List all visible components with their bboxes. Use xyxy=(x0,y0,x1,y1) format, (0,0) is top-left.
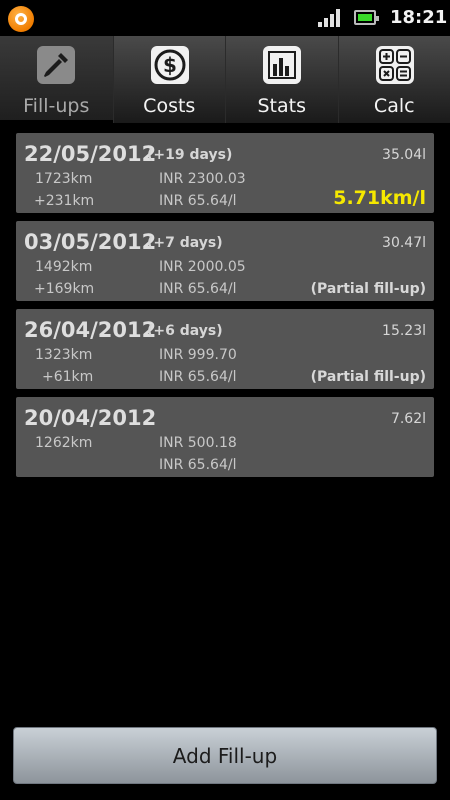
fillup-cost: INR 500.18 xyxy=(159,435,237,451)
fillup-date: 22/05/2012 xyxy=(24,142,157,166)
fillup-liters: 7.62l xyxy=(390,411,426,427)
price-per-liter: INR 65.64/l xyxy=(159,457,237,473)
dollar-icon: $ xyxy=(150,46,189,84)
calculator-icon xyxy=(375,46,414,84)
app-notification-icon[interactable] xyxy=(8,6,34,32)
fillup-item[interactable]: 20/04/2012 7.62l 1262km INR 500.18 INR 6… xyxy=(16,397,434,477)
battery-icon xyxy=(354,10,379,25)
tab-fill-ups[interactable]: Fill-ups xyxy=(0,36,113,123)
fillup-date: 20/04/2012 xyxy=(24,406,157,430)
odometer: 1323km xyxy=(35,347,93,363)
fillup-cost: INR 999.70 xyxy=(159,347,237,363)
status-time: 18:21 xyxy=(390,7,448,28)
fillup-list: 22/05/2012 (+19 days) 35.04l 1723km +231… xyxy=(16,133,434,485)
fillup-item[interactable]: 22/05/2012 (+19 days) 35.04l 1723km +231… xyxy=(16,133,434,213)
bar-chart-icon xyxy=(263,46,301,84)
fillup-liters: 30.47l xyxy=(382,235,426,251)
svg-text:$: $ xyxy=(163,53,177,77)
fuel-efficiency: 5.71km/l xyxy=(333,187,426,209)
fillup-cost: INR 2000.05 xyxy=(159,259,246,275)
fillup-item[interactable]: 03/05/2012 (+7 days) 30.47l 1492km +169k… xyxy=(16,221,434,301)
odometer: 1492km xyxy=(35,259,93,275)
partial-fillup-note: (Partial fill-up) xyxy=(310,281,426,297)
odometer: 1723km xyxy=(35,171,93,187)
days-since-previous: (+6 days) xyxy=(147,323,223,339)
tab-label: Costs xyxy=(143,95,196,117)
tab-costs[interactable]: $ Costs xyxy=(112,36,226,123)
partial-fillup-note: (Partial fill-up) xyxy=(310,369,426,385)
tab-calc[interactable]: Calc xyxy=(337,36,450,123)
add-fill-up-button[interactable]: Add Fill-up xyxy=(13,727,437,784)
status-bar: 18:21 xyxy=(0,0,450,36)
tab-label: Calc xyxy=(373,95,415,117)
fillup-liters: 35.04l xyxy=(382,147,426,163)
tab-bar: Fill-ups $ Costs Stats Calc xyxy=(0,36,450,123)
days-since-previous: (+19 days) xyxy=(147,147,233,163)
pipette-icon xyxy=(37,46,75,84)
price-per-liter: INR 65.64/l xyxy=(159,369,237,385)
tab-label: Stats xyxy=(257,95,306,117)
fillup-liters: 15.23l xyxy=(382,323,426,339)
tab-label: Fill-ups xyxy=(23,95,90,117)
distance-delta: +231km xyxy=(34,193,95,209)
fillup-date: 26/04/2012 xyxy=(24,318,157,342)
price-per-liter: INR 65.64/l xyxy=(159,193,237,209)
fillup-item[interactable]: 26/04/2012 (+6 days) 15.23l 1323km +61km… xyxy=(16,309,434,389)
days-since-previous: (+7 days) xyxy=(147,235,223,251)
odometer: 1262km xyxy=(35,435,93,451)
price-per-liter: INR 65.64/l xyxy=(159,281,237,297)
distance-delta: +169km xyxy=(34,281,95,297)
fillup-date: 03/05/2012 xyxy=(24,230,157,254)
tab-stats[interactable]: Stats xyxy=(225,36,338,123)
distance-delta: +61km xyxy=(42,369,94,385)
fillup-cost: INR 2300.03 xyxy=(159,171,246,187)
signal-strength-icon xyxy=(318,9,340,27)
